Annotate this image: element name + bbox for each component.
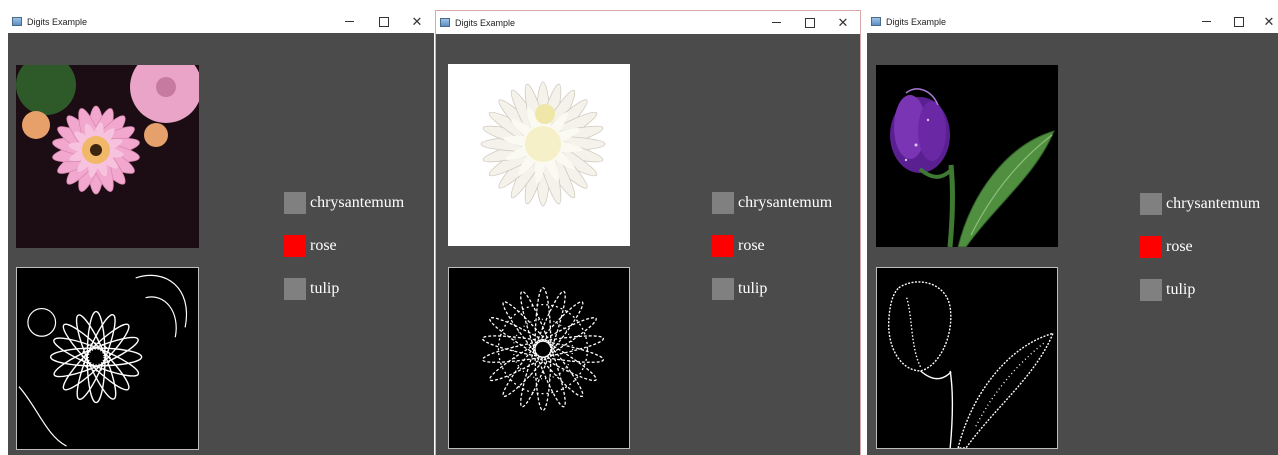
option-chrysantemum[interactable]: chrysantemum <box>284 192 404 214</box>
app-icon <box>871 17 881 26</box>
minimize-icon[interactable] <box>1189 10 1223 33</box>
close-icon[interactable]: ✕ <box>826 11 860 34</box>
option-swatch[interactable] <box>1140 193 1162 215</box>
option-label: chrysantemum <box>310 194 405 211</box>
option-swatch[interactable] <box>712 278 734 300</box>
maximize-icon[interactable] <box>793 11 827 34</box>
option-rose[interactable]: rose <box>712 235 765 257</box>
close-icon[interactable]: ✕ <box>400 10 434 33</box>
minimize-icon[interactable] <box>332 10 366 33</box>
option-swatch[interactable] <box>1140 236 1162 258</box>
flower-photo <box>16 65 199 248</box>
flower-photo <box>876 65 1058 247</box>
option-swatch[interactable] <box>712 235 734 257</box>
option-swatch[interactable] <box>284 192 306 214</box>
option-label: rose <box>310 237 337 254</box>
option-tulip[interactable]: tulip <box>712 278 767 300</box>
option-label: chrysantemum <box>1166 195 1261 212</box>
app-window-2: Digits Example ✕ chrysantemum rose tulip <box>435 10 861 455</box>
option-label: chrysantemum <box>738 194 833 211</box>
title-bar[interactable]: Digits Example ✕ <box>436 11 860 34</box>
option-tulip[interactable]: tulip <box>284 278 339 300</box>
edge-detection-image <box>876 267 1058 449</box>
app-window-3: Digits Example ✕ chrysantemum rose tulip <box>867 10 1278 455</box>
option-label: rose <box>738 237 765 254</box>
window-title: Digits Example <box>27 16 88 27</box>
title-bar[interactable]: Digits Example ✕ <box>8 10 434 33</box>
option-chrysantemum[interactable]: chrysantemum <box>712 192 832 214</box>
option-swatch[interactable] <box>712 192 734 214</box>
option-rose[interactable]: rose <box>284 235 337 257</box>
option-label: tulip <box>738 280 768 297</box>
edge-detection-image <box>16 267 199 450</box>
app-icon <box>440 18 450 27</box>
app-icon <box>12 17 22 26</box>
window-title: Digits Example <box>455 17 516 28</box>
maximize-icon[interactable] <box>367 10 401 33</box>
option-label: tulip <box>310 280 340 297</box>
maximize-icon[interactable] <box>1222 10 1256 33</box>
option-rose[interactable]: rose <box>1140 236 1193 258</box>
title-bar[interactable]: Digits Example ✕ <box>867 10 1278 33</box>
edge-detection-image <box>448 267 630 449</box>
option-label: tulip <box>1166 281 1196 298</box>
option-label: rose <box>1166 238 1193 255</box>
window-title: Digits Example <box>886 16 947 27</box>
option-swatch[interactable] <box>284 235 306 257</box>
close-icon[interactable]: ✕ <box>1252 10 1278 33</box>
minimize-icon[interactable] <box>759 11 793 34</box>
option-swatch[interactable] <box>1140 279 1162 301</box>
option-tulip[interactable]: tulip <box>1140 279 1195 301</box>
app-window-1: Digits Example ✕ chrysantemum rose tulip <box>8 10 434 455</box>
option-chrysantemum[interactable]: chrysantemum <box>1140 193 1260 215</box>
option-swatch[interactable] <box>284 278 306 300</box>
flower-photo <box>448 64 630 246</box>
